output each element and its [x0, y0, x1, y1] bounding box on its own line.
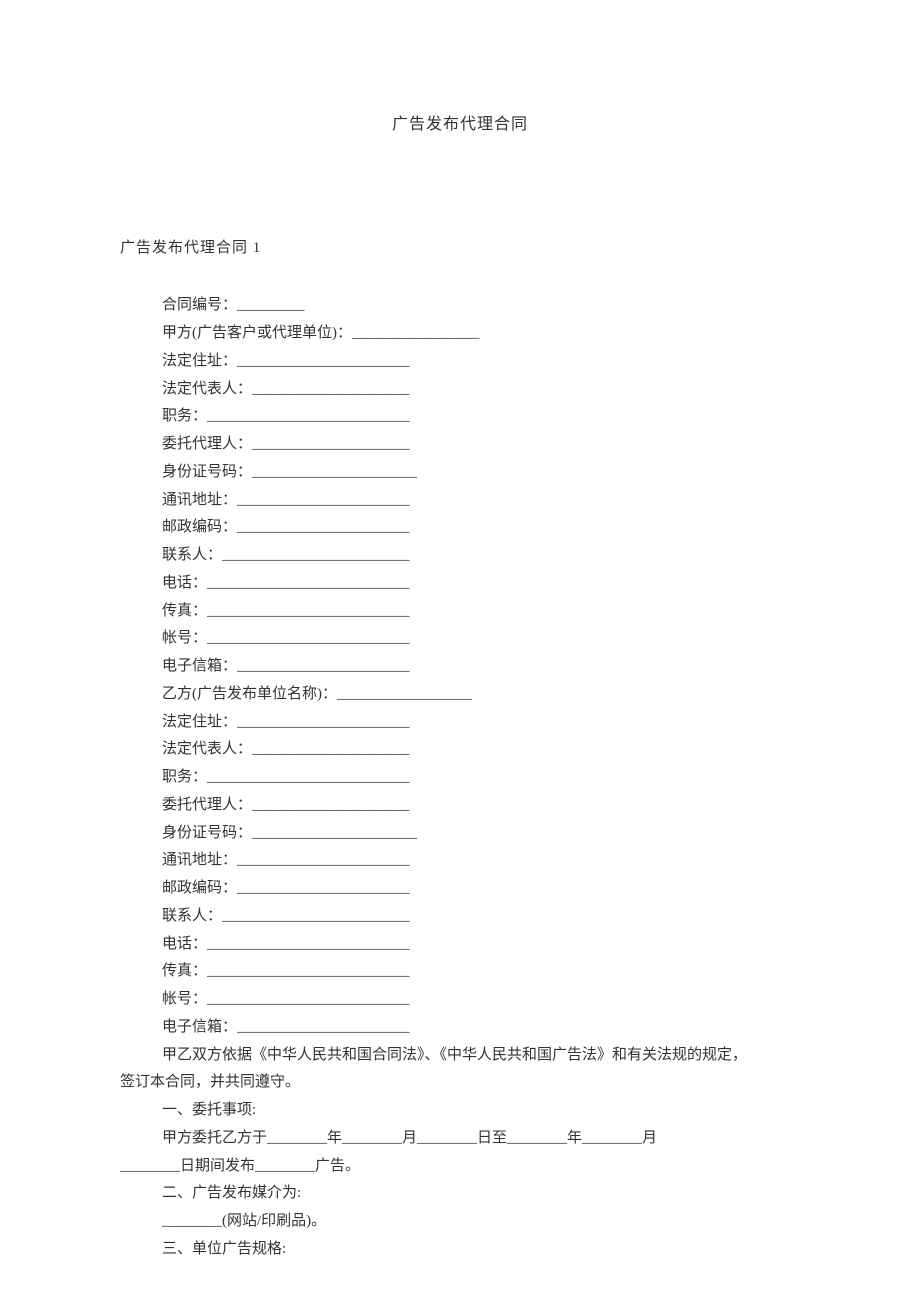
field-agent-a: 委托代理人：_____________________ [162, 431, 800, 459]
field-contact-a: 联系人：_________________________ [162, 542, 800, 570]
field-id-number-b: 身份证号码：______________________ [162, 820, 800, 848]
field-party-a: 甲方(广告客户或代理单位)：_________________ [162, 320, 800, 348]
clause-basis-line2: 签订本合同，并共同遵守。 [120, 1069, 800, 1097]
field-account-b: 帐号：___________________________ [162, 986, 800, 1014]
field-contact-b: 联系人：_________________________ [162, 903, 800, 931]
content-block: 合同编号：_________ 甲方(广告客户或代理单位)：___________… [120, 292, 800, 1069]
field-phone-a: 电话：___________________________ [162, 570, 800, 598]
field-postal-code-b: 邮政编码：_______________________ [162, 875, 800, 903]
field-mail-address-b: 通讯地址：_______________________ [162, 847, 800, 875]
field-position-a: 职务：___________________________ [162, 403, 800, 431]
field-position-b: 职务：___________________________ [162, 764, 800, 792]
field-phone-b: 电话：___________________________ [162, 931, 800, 959]
field-legal-rep-a: 法定代表人：_____________________ [162, 376, 800, 404]
field-contract-number: 合同编号：_________ [162, 292, 800, 320]
field-email-b: 电子信箱：_______________________ [162, 1014, 800, 1042]
document-title: 广告发布代理合同 [120, 110, 800, 140]
clause-3-heading: 三、单位广告规格: [120, 1236, 800, 1264]
field-fax-b: 传真：___________________________ [162, 958, 800, 986]
clause-2-heading: 二、广告发布媒介为: [120, 1180, 800, 1208]
field-legal-address-a: 法定住址：_______________________ [162, 348, 800, 376]
field-email-a: 电子信箱：_______________________ [162, 653, 800, 681]
clause-2-content: ________(网站/印刷品)。 [120, 1208, 800, 1236]
field-account-a: 帐号：___________________________ [162, 625, 800, 653]
field-legal-address-b: 法定住址：_______________________ [162, 709, 800, 737]
field-fax-a: 传真：___________________________ [162, 598, 800, 626]
field-agent-b: 委托代理人：_____________________ [162, 792, 800, 820]
field-id-number-a: 身份证号码：______________________ [162, 459, 800, 487]
field-legal-rep-b: 法定代表人：_____________________ [162, 736, 800, 764]
clause-basis-line1: 甲乙双方依据《中华人民共和国合同法》、《中华人民共和国广告法》和有关法规的规定， [162, 1042, 800, 1070]
field-mail-address-a: 通讯地址：_______________________ [162, 487, 800, 515]
clause-1-content-line1: 甲方委托乙方于________年________月________日至_____… [120, 1125, 800, 1153]
field-postal-code-a: 邮政编码：_______________________ [162, 514, 800, 542]
clause-1-heading: 一、委托事项: [120, 1097, 800, 1125]
field-party-b: 乙方(广告发布单位名称)：__________________ [162, 681, 800, 709]
section-heading: 广告发布代理合同 1 [120, 235, 800, 263]
document-page: 广告发布代理合同 广告发布代理合同 1 合同编号：_________ 甲方(广告… [0, 0, 920, 1264]
clause-1-content-line2: ________日期间发布________广告。 [120, 1153, 800, 1181]
